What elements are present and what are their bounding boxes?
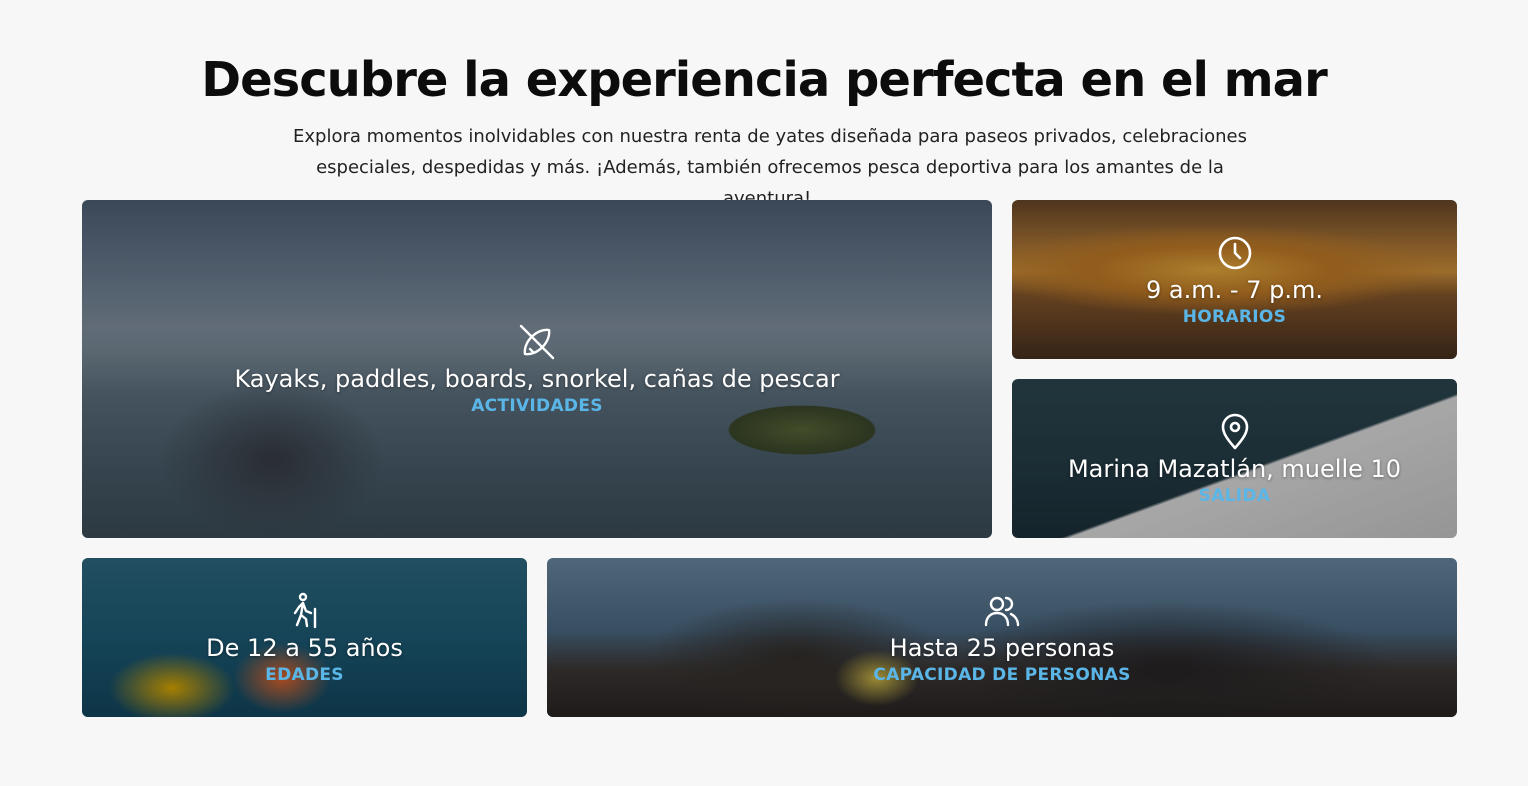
card-label: CAPACIDAD DE PERSONAS xyxy=(873,664,1131,685)
map-pin-icon xyxy=(1221,413,1248,449)
card-value: Hasta 25 personas xyxy=(889,633,1115,662)
users-icon xyxy=(984,596,1020,626)
card-salida: Marina Mazatlán, muelle 10 SALIDA xyxy=(1012,379,1457,538)
card-content: Marina Mazatlán, muelle 10 SALIDA xyxy=(1068,412,1401,506)
card-label: EDADES xyxy=(265,664,344,685)
kayak-icon xyxy=(519,324,555,360)
hiker-icon xyxy=(293,592,316,628)
clock-icon xyxy=(1218,236,1251,269)
card-content: Kayaks, paddles, boards, snorkel, cañas … xyxy=(234,322,840,416)
card-label: HORARIOS xyxy=(1182,306,1287,327)
card-value: 9 a.m. - 7 p.m. xyxy=(1146,275,1323,304)
card-content: Hasta 25 personas CAPACIDAD DE PERSONAS xyxy=(873,591,1130,685)
card-edades: De 12 a 55 años EDADES xyxy=(82,558,527,717)
card-value: Marina Mazatlán, muelle 10 xyxy=(1067,454,1402,483)
card-label: SALIDA xyxy=(1198,485,1271,506)
card-capacidad: Hasta 25 personas CAPACIDAD DE PERSONAS xyxy=(547,558,1457,717)
subtitle-line-1: Explora momentos inolvidables con nuestr… xyxy=(293,126,1247,147)
card-value: De 12 a 55 años xyxy=(206,633,403,662)
card-label: ACTIVIDADES xyxy=(471,396,603,416)
card-content: De 12 a 55 años EDADES xyxy=(206,591,403,685)
card-content: 9 a.m. - 7 p.m. HORARIOS xyxy=(1146,233,1323,327)
card-horarios: 9 a.m. - 7 p.m. HORARIOS xyxy=(1012,200,1457,359)
page-title: Descubre la experiencia perfecta en el m… xyxy=(201,52,1328,108)
card-value: Kayaks, paddles, boards, snorkel, cañas … xyxy=(234,365,840,393)
card-actividades: Kayaks, paddles, boards, snorkel, cañas … xyxy=(82,200,992,538)
